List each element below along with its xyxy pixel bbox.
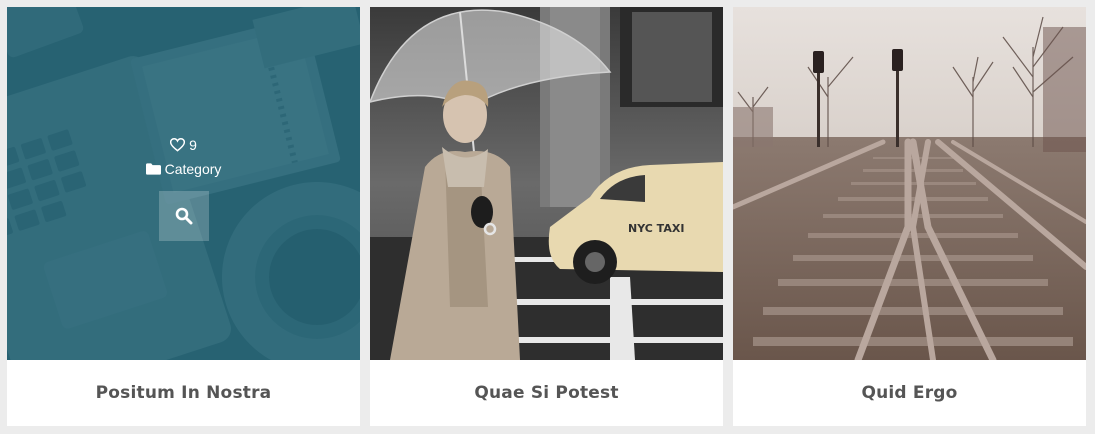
like-count[interactable]: 9	[170, 133, 197, 157]
heart-icon	[170, 138, 186, 152]
search-icon	[175, 207, 192, 225]
railroad-tracks-image	[733, 7, 1086, 360]
woman-umbrella-image: NYC TAXI	[370, 7, 723, 360]
portfolio-title-2[interactable]: Quae Si Potest	[370, 360, 723, 426]
category-link[interactable]: Category	[145, 157, 222, 181]
folder-icon	[145, 163, 161, 175]
item-meta: 9 Category	[7, 133, 360, 241]
portfolio-card-2[interactable]: NYC TAXI Quae Si Potest	[370, 7, 723, 426]
taxi-text: NYC TAXI	[628, 222, 684, 235]
portfolio-title-3[interactable]: Quid Ergo	[733, 360, 1086, 426]
like-count-value: 9	[189, 137, 197, 153]
portfolio-thumbnail-3[interactable]	[733, 7, 1086, 360]
portfolio-card-1[interactable]: 9 Category Positum In Nostra	[7, 7, 360, 426]
portfolio-thumbnail-1[interactable]: 9 Category	[7, 7, 360, 360]
portfolio-title-1[interactable]: Positum In Nostra	[7, 360, 360, 426]
category-label: Category	[164, 161, 222, 177]
portfolio-card-3[interactable]: Quid Ergo	[733, 7, 1086, 426]
portfolio-thumbnail-2[interactable]: NYC TAXI	[370, 7, 723, 360]
portfolio-grid: 9 Category Positum In Nostra NYC TAXI Qu…	[7, 7, 1086, 426]
zoom-button[interactable]	[158, 191, 209, 241]
